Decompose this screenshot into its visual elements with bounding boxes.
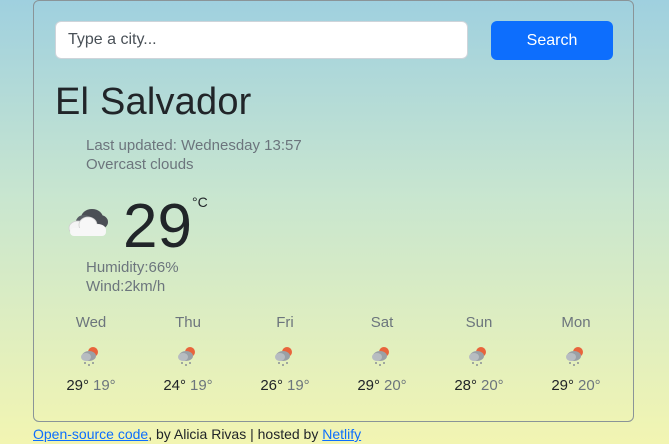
wind: Wind:2km/h — [86, 278, 166, 295]
forecast: Wed 29° 19° Thu 24° 19° Fri 26° 19° Sat … — [34, 314, 635, 404]
forecast-max: 29° — [551, 377, 574, 394]
current-temperature: 29 — [123, 192, 192, 261]
forecast-min: 19° — [287, 377, 310, 394]
temperature-unit[interactable]: °C — [192, 194, 208, 210]
current-meta: Last updated: Wednesday 13:57 Overcast c… — [86, 136, 302, 174]
forecast-min: 20° — [481, 377, 504, 394]
weather-description: Overcast clouds — [86, 156, 194, 173]
forecast-min: 19° — [190, 377, 213, 394]
forecast-min: 20° — [384, 377, 407, 394]
forecast-max: 26° — [260, 377, 283, 394]
forecast-min: 20° — [578, 377, 601, 394]
forecast-min: 19° — [93, 377, 116, 394]
forecast-day: Mon 29° 20° — [526, 314, 626, 394]
city-search-input[interactable] — [55, 21, 468, 59]
netlify-link[interactable]: Netlify — [322, 426, 361, 442]
forecast-max: 29° — [357, 377, 380, 394]
rain-sun-icon — [178, 347, 195, 366]
forecast-day-name: Mon — [561, 314, 591, 331]
humidity: Humidity:66% — [86, 259, 179, 276]
forecast-day: Fri 26° 19° — [235, 314, 335, 394]
rain-sun-icon — [372, 347, 389, 366]
forecast-day-name: Wed — [75, 314, 107, 331]
footer-credit: , by Alicia Rivas | hosted by — [148, 426, 323, 442]
search-button[interactable]: Search — [491, 21, 613, 60]
forecast-day-name: Thu — [175, 314, 201, 331]
forecast-day: Sun 28° 20° — [429, 314, 529, 394]
forecast-day: Wed 29° 19° — [41, 314, 141, 394]
rain-sun-icon — [81, 347, 98, 366]
overcast-cloud-icon — [68, 209, 108, 236]
weather-card: Search El Salvador Last updated: Wednesd… — [33, 0, 634, 422]
rain-sun-icon — [566, 347, 583, 366]
forecast-day: Sat 29° 20° — [332, 314, 432, 394]
rain-sun-icon — [469, 347, 486, 366]
forecast-day-name: Sat — [370, 314, 394, 331]
rain-sun-icon — [275, 347, 292, 366]
current-details: Humidity:66% Wind:2km/h — [86, 258, 179, 296]
city-name: El Salvador — [55, 81, 252, 123]
forecast-max: 24° — [163, 377, 186, 394]
forecast-day-name: Sun — [465, 314, 493, 331]
forecast-day-name: Fri — [276, 314, 294, 331]
forecast-day: Thu 24° 19° — [138, 314, 238, 394]
footer: Open-source code, by Alicia Rivas | host… — [33, 426, 361, 442]
forecast-max: 29° — [66, 377, 89, 394]
forecast-max: 28° — [454, 377, 477, 394]
source-code-link[interactable]: Open-source code — [33, 426, 148, 442]
last-updated: Last updated: Wednesday 13:57 — [86, 137, 302, 154]
